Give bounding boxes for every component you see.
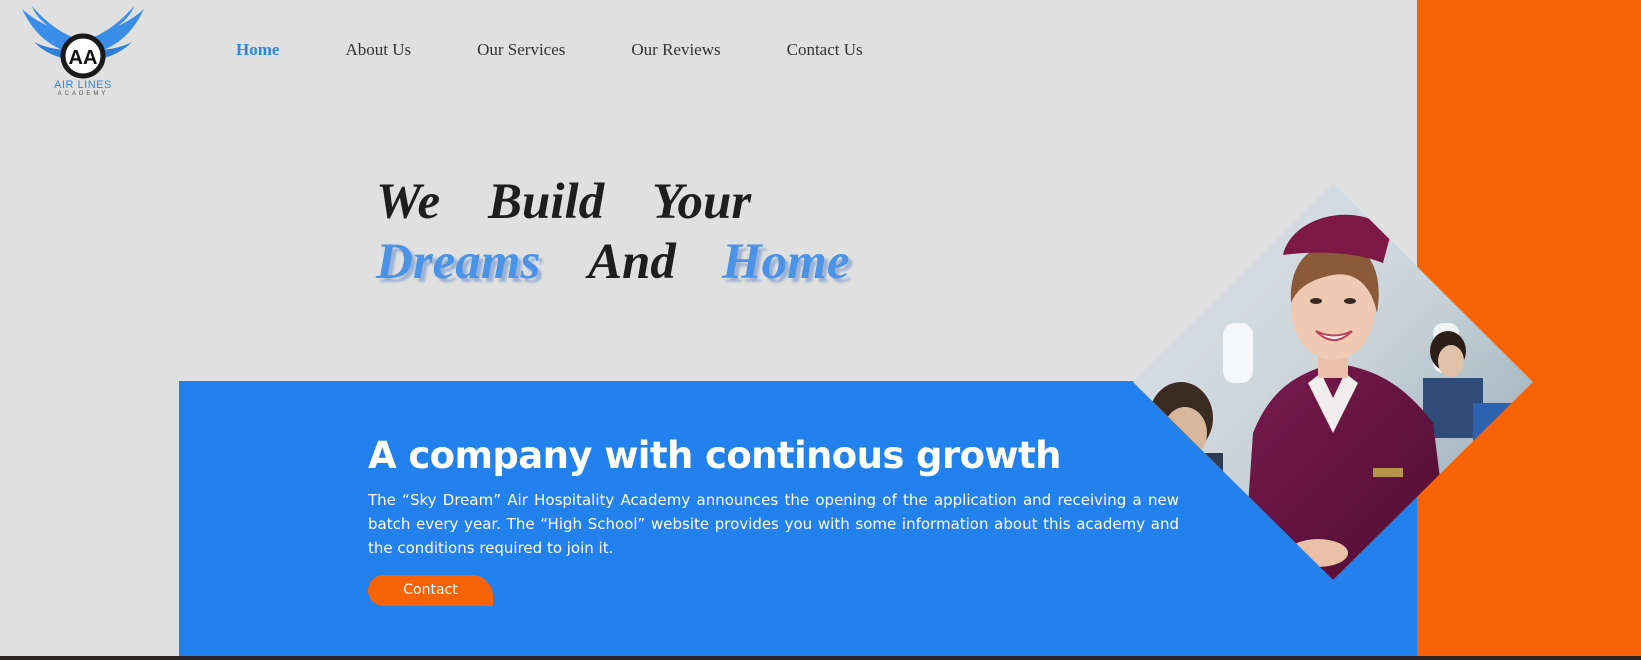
contact-button[interactable]: Contact bbox=[368, 575, 493, 606]
hero-word-home: Home bbox=[722, 234, 850, 290]
page: AA AIR LINES ACADEMY Home About Us Our S… bbox=[0, 0, 1641, 660]
logo[interactable]: AA AIR LINES ACADEMY bbox=[18, 4, 148, 99]
logo-monogram: AA bbox=[69, 47, 98, 69]
nav-item-contact-us[interactable]: Contact Us bbox=[787, 40, 863, 62]
panel-title: A company with continous growth bbox=[368, 434, 1061, 477]
bottom-bar bbox=[0, 656, 1641, 660]
hero-word-your: Your bbox=[652, 174, 752, 230]
flight-attendant-image bbox=[1133, 183, 1533, 580]
hero-word-we: We bbox=[376, 174, 441, 230]
hero-word-dreams: Dreams bbox=[376, 234, 541, 290]
hero-word-and: And bbox=[588, 234, 676, 290]
nav-item-our-services[interactable]: Our Services bbox=[477, 40, 565, 62]
nav-item-our-reviews[interactable]: Our Reviews bbox=[631, 40, 720, 62]
logo-subtitle: ACADEMY bbox=[57, 91, 109, 97]
hero-word-build: Build bbox=[488, 174, 605, 230]
nav-item-home[interactable]: Home bbox=[236, 40, 279, 62]
wings-logo-icon: AA bbox=[22, 6, 144, 79]
main-nav: Home About Us Our Services Our Reviews C… bbox=[236, 40, 929, 62]
logo-title: AIR LINES bbox=[54, 79, 112, 91]
panel-description: The “Sky Dream” Air Hospitality Academy … bbox=[368, 491, 1179, 557]
nav-item-about-us[interactable]: About Us bbox=[345, 40, 411, 62]
